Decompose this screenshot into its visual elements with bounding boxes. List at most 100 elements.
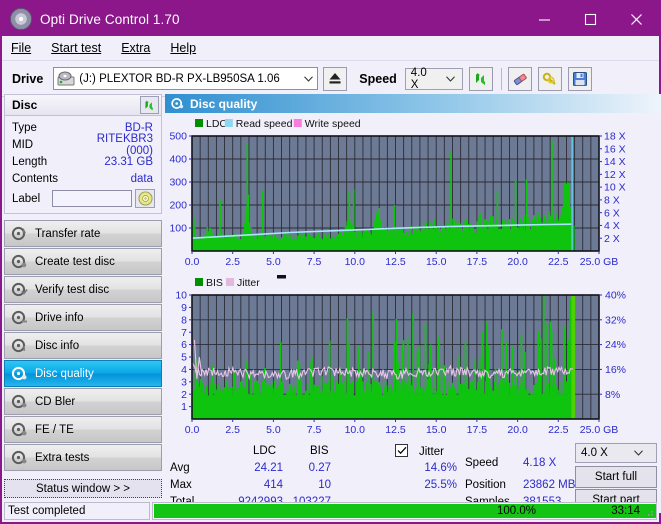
jitter-checkbox[interactable] [395, 444, 408, 457]
sidebar-item-label: Disc info [35, 340, 79, 352]
svg-text:20.0: 20.0 [507, 424, 528, 436]
maximize-button[interactable] [567, 2, 613, 36]
sidebar-item-disc-info[interactable]: Disc info [4, 332, 162, 359]
menu-start-test-label: Start test [51, 41, 101, 55]
eject-button[interactable] [323, 67, 347, 91]
jitter-label: Jitter [419, 446, 444, 458]
main-panel: Disc quality LDCRead speedWrite speed100… [165, 94, 661, 513]
left-panel: Disc Type BD-R MID RITEKBR3 (000) Lengt [4, 94, 162, 498]
save-button[interactable] [568, 67, 592, 91]
sidebar-item-label: Create test disc [35, 256, 115, 268]
eject-icon [328, 72, 342, 85]
menu-help[interactable]: Help [170, 41, 196, 55]
check-icon [397, 446, 407, 455]
progress-bar: 100.0% 33:14 [152, 502, 657, 520]
resize-grip-icon[interactable] [644, 507, 654, 517]
test-speed-chevron-down-icon[interactable] [616, 443, 656, 464]
svg-text:5: 5 [181, 352, 187, 364]
position-stat-label: Position [465, 479, 506, 491]
progress-percent: 100.0% [497, 505, 536, 517]
refresh-button[interactable] [469, 67, 493, 91]
speed-stat-value: 4.18 X [523, 457, 556, 469]
sidebar-item-fe-te[interactable]: FE / TE [4, 416, 162, 443]
svg-text:15.0: 15.0 [426, 424, 447, 436]
elapsed-time: 33:14 [611, 505, 640, 517]
window-title: Opti Drive Control 1.70 [40, 12, 521, 27]
svg-text:2 X: 2 X [604, 233, 620, 245]
svg-text:7: 7 [181, 327, 187, 339]
drive-select[interactable]: (J:) PLEXTOR BD-R PX-LB950SA 1.06 [53, 67, 318, 90]
svg-text:400: 400 [169, 154, 187, 166]
save-icon [572, 71, 588, 87]
test-speed-value: 4.0 X [576, 447, 616, 459]
toolbar-separator [501, 68, 502, 90]
svg-text:15.0: 15.0 [426, 256, 447, 268]
sidebar-item-cd-bler[interactable]: CD Bler [4, 388, 162, 415]
menu-help-label: Help [170, 41, 196, 55]
disc-refresh-button[interactable] [140, 96, 159, 114]
disc-row-contents: Contents data [12, 170, 155, 187]
panel-header: Disc quality [165, 94, 661, 113]
sidebar-item-verify-test-disc[interactable]: Verify test disc [4, 276, 162, 303]
svg-text:32%: 32% [605, 314, 626, 326]
disc-label-input[interactable] [52, 190, 132, 207]
svg-text:12 X: 12 X [604, 169, 626, 181]
stats-row-max: Max [170, 479, 192, 491]
disc-icon [138, 191, 153, 206]
jitter-checkbox-box[interactable] [395, 444, 408, 457]
speed-select[interactable]: 4.0 X [405, 68, 463, 90]
svg-text:4: 4 [181, 364, 187, 376]
drive-label: Drive [12, 72, 43, 86]
eraser-button[interactable] [508, 67, 532, 91]
disc-mid-value: RITEKBR3 (000) [74, 133, 155, 157]
bis-avg-value: 0.27 [283, 462, 331, 474]
sidebar-item-disc-quality[interactable]: Disc quality [4, 360, 162, 387]
status-window-label: Status window > > [36, 483, 130, 495]
test-speed-select[interactable]: 4.0 X [575, 443, 657, 463]
svg-text:500: 500 [169, 131, 187, 143]
drive-chevron-down-icon[interactable] [300, 68, 317, 89]
disc-label-button[interactable] [135, 189, 155, 208]
stats-row-avg: Avg [170, 462, 190, 474]
menu-extra-label: Extra [121, 41, 150, 55]
menu-file[interactable]: File [11, 41, 31, 55]
app-disc-icon [10, 8, 32, 30]
disc-test-icon [11, 282, 28, 297]
drive-value: (J:) PLEXTOR BD-R PX-LB950SA 1.06 [79, 73, 300, 85]
sidebar-item-transfer-rate[interactable]: Transfer rate [4, 220, 162, 247]
jitter-max-value: 25.5% [387, 479, 457, 491]
menu-extra[interactable]: Extra [121, 41, 150, 55]
svg-text:9: 9 [181, 302, 187, 314]
refresh-icon [143, 99, 156, 112]
svg-text:12.5: 12.5 [385, 256, 406, 268]
svg-text:2.5: 2.5 [225, 424, 240, 436]
disc-row-mid: MID RITEKBR3 (000) [12, 136, 155, 153]
svg-text:0.0: 0.0 [185, 424, 200, 436]
minimize-button[interactable] [521, 2, 567, 36]
ldc-chart[interactable]: LDCRead speedWrite speed1002003004005002… [165, 113, 661, 273]
close-button[interactable] [613, 2, 659, 36]
speed-stat-label: Speed [465, 457, 498, 469]
page-title: Disc quality [190, 97, 257, 111]
position-stat-value: 23862 MB [523, 479, 575, 491]
svg-text:7.5: 7.5 [307, 424, 322, 436]
sidebar-item-drive-info[interactable]: Drive info [4, 304, 162, 331]
svg-text:100: 100 [169, 223, 187, 235]
keys-icon [542, 71, 558, 87]
status-window-button[interactable]: Status window > > [4, 479, 162, 498]
charts-container: LDCRead speedWrite speed1002003004005002… [165, 113, 661, 441]
sidebar-item-extra-tests[interactable]: Extra tests [4, 444, 162, 471]
svg-text:8: 8 [181, 314, 187, 326]
keys-button[interactable] [538, 67, 562, 91]
disc-mid-label: MID [12, 139, 74, 151]
menu-start-test[interactable]: Start test [51, 41, 101, 55]
sidebar-item-label: Verify test disc [35, 284, 109, 296]
disc-test-icon [11, 254, 28, 269]
start-full-button[interactable]: Start full [575, 466, 657, 488]
speed-chevron-down-icon[interactable] [434, 68, 462, 89]
svg-text:17.5: 17.5 [467, 424, 488, 436]
bis-jitter-chart[interactable]: BISJitter123456789108%16%24%32%40%0.02.5… [165, 273, 661, 441]
sidebar-item-create-test-disc[interactable]: Create test disc [4, 248, 162, 275]
svg-text:2: 2 [181, 389, 187, 401]
refresh-icon [473, 71, 489, 87]
